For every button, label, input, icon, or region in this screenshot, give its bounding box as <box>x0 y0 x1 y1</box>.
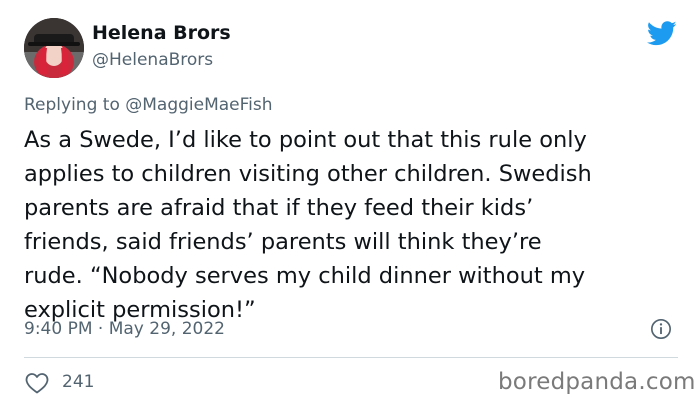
tweet-text-line: rude. “Nobody serves my child dinner wit… <box>24 263 586 289</box>
author-name[interactable]: Helena Brors <box>92 22 231 44</box>
tweet-timestamp[interactable]: 9:40 PM · May 29, 2022 <box>24 319 225 339</box>
tweet-text-line: applies to children visiting other child… <box>24 161 592 187</box>
tweet-text-line: parents are afraid that if they feed the… <box>24 195 534 221</box>
meta-separator: · <box>97 319 104 339</box>
divider <box>24 357 678 358</box>
like-count: 241 <box>62 372 95 392</box>
twitter-bird-icon[interactable] <box>645 18 679 48</box>
tweet-date: May 29, 2022 <box>108 319 225 339</box>
avatar-photo <box>24 18 84 78</box>
info-icon[interactable] <box>650 318 672 340</box>
reply-mention-link[interactable]: @MaggieMaeFish <box>125 95 272 115</box>
tweet-card: Helena Brors @HelenaBrors Replying to @M… <box>0 0 700 410</box>
heart-icon <box>25 373 49 394</box>
avatar[interactable] <box>24 18 84 78</box>
tweet-text-line: friends, said friends’ parents will thin… <box>24 229 542 255</box>
tweet-text-line: As a Swede, I’d like to point out that t… <box>24 127 587 153</box>
reply-context: Replying to @MaggieMaeFish <box>24 95 273 115</box>
reply-prefix: Replying to <box>24 95 120 115</box>
watermark: boredpanda.com <box>498 369 696 395</box>
tweet-time: 9:40 PM <box>24 319 93 339</box>
tweet-text: As a Swede, I’d like to point out that t… <box>24 123 684 327</box>
author-handle[interactable]: @HelenaBrors <box>92 50 213 70</box>
